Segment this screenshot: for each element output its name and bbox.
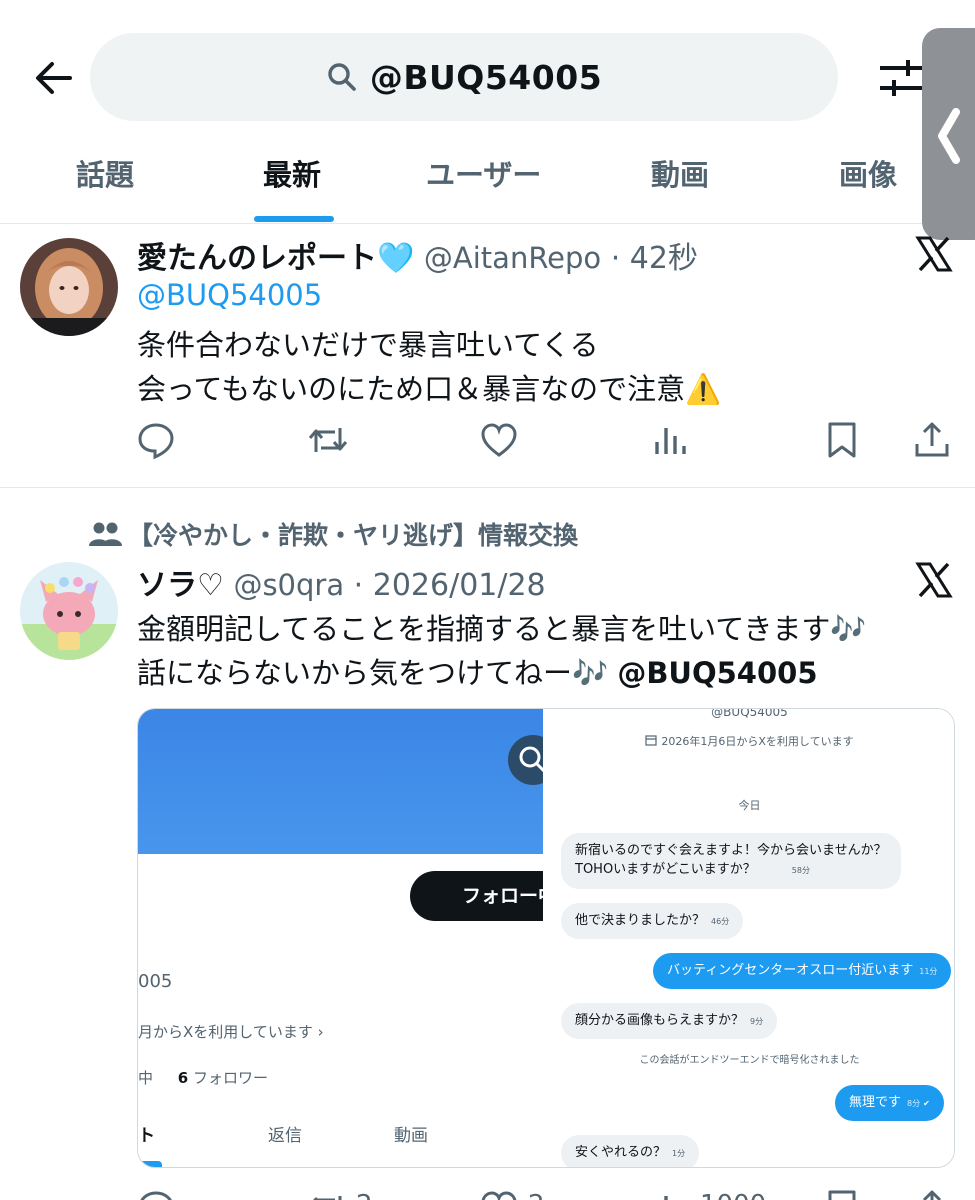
dm-handle: @BUQ54005 (711, 708, 788, 719)
profile-banner (138, 709, 543, 854)
profile-tab-videos: 動画 (394, 1126, 428, 1146)
dm-message-received: 新宿いるのですぐ会えますよ！今から会いませんか？ TOHOいますがどこいますか？… (561, 833, 901, 889)
calendar-icon (645, 735, 657, 746)
dm-joined: 2026年1月6日からXを利用しています (543, 733, 954, 749)
media-image-dm[interactable]: @BUQ54005 2026年1月6日からXを利用しています 今日 新宿いるので… (543, 708, 954, 1167)
timestamp[interactable]: 2026/01/28 (373, 568, 546, 603)
search-query: @BUQ54005 (369, 57, 603, 97)
top-bar: @BUQ54005 話題 最新 ユーザー 動画 画像 (0, 0, 975, 240)
dm-message-received: 顔分かる画像もらえますか？ 9分 (561, 1003, 778, 1039)
tweet-text-line: 会ってもないのにため口＆暴言なので注意⚠️ (137, 372, 722, 406)
tab-images[interactable]: 画像 (839, 152, 897, 194)
timestamp[interactable]: 42秒 (630, 241, 698, 276)
dm-date-divider: 今日 (738, 799, 761, 812)
tweet-media[interactable]: フォロー中 005 月からXを利用しています › 中 6 フォロワー ト 返信 … (137, 708, 955, 1168)
mention-text[interactable]: @BUQ54005 (617, 656, 817, 690)
view-count: 1000 (700, 1190, 766, 1200)
tab-indicator (138, 1161, 162, 1167)
reply-icon[interactable] (136, 420, 176, 460)
tweet-header: ソラ♡ @s0qra · 2026/01/28 (137, 568, 546, 603)
like-heart-icon[interactable] (479, 1188, 519, 1200)
handle[interactable]: @AitanRepo (424, 241, 601, 275)
search-tabs: 話題 最新 ユーザー 動画 画像 (0, 150, 975, 224)
tab-users[interactable]: ユーザー (426, 152, 541, 194)
tweet-text-line: 金額明記してることを指摘すると暴言を吐いてきます🎶 (137, 612, 867, 646)
profile-tab-replies: 返信 (268, 1126, 302, 1146)
search-input[interactable]: @BUQ54005 (90, 33, 838, 121)
tab-latest[interactable]: 最新 (263, 152, 321, 194)
display-name[interactable]: ソラ♡ (137, 568, 224, 603)
mention-link[interactable]: @BUQ54005 (137, 278, 322, 312)
tweet-text-line: 条件合わないだけで暴言吐いてくる (137, 328, 599, 362)
follow-stats: 中 6 フォロワー (138, 1069, 269, 1087)
views-chart-icon[interactable] (651, 420, 691, 460)
avatar[interactable] (20, 562, 118, 660)
active-tab-indicator (254, 216, 334, 222)
profile-tab-fragment: ト (138, 1126, 155, 1146)
x-logo-icon (915, 562, 953, 598)
media-image-profile[interactable]: フォロー中 005 月からXを利用しています › 中 6 フォロワー ト 返信 … (138, 709, 580, 1167)
handle[interactable]: @s0qra (233, 568, 344, 602)
community-icon (89, 522, 122, 546)
like-count: 2 (528, 1190, 545, 1200)
share-icon[interactable] (912, 420, 952, 460)
filter-sliders-icon[interactable] (878, 56, 928, 100)
tweet-actions (0, 420, 975, 464)
dm-message-received: 他で決まりましたか？ 46分 (561, 903, 744, 939)
tweet-text-line: 話にならないから気をつけてねー🎶 @BUQ54005 (137, 656, 818, 690)
community-name: 【冷やかし・詐欺・ヤリ逃げ】情報交換 (128, 521, 579, 550)
e2e-notice: この会話がエンドツーエンドで暗号化されました (639, 1055, 860, 1066)
display-name[interactable]: 愛たんのレポート (137, 241, 377, 276)
handle-fragment: 005 (138, 971, 173, 992)
tweet-header: 愛たんのレポート🩵 @AitanRepo · 42秒 (137, 241, 698, 276)
bookmark-icon[interactable] (822, 1188, 862, 1200)
avatar[interactable] (20, 238, 118, 336)
repost-icon[interactable] (307, 1188, 349, 1200)
dm-message-received: 安くやれるの？ 1分 (561, 1135, 700, 1167)
repost-icon[interactable] (307, 420, 349, 460)
views-chart-icon[interactable] (651, 1188, 691, 1200)
like-heart-icon[interactable] (479, 420, 519, 460)
tab-videos[interactable]: 動画 (651, 152, 709, 194)
tweet-actions: 2 2 1000 (0, 1188, 975, 1200)
joined-fragment: 月からXを利用しています › (138, 1023, 324, 1041)
share-icon[interactable] (912, 1188, 952, 1200)
search-icon (328, 63, 356, 91)
tweet[interactable]: 【冷やかし・詐欺・ヤリ逃げ】情報交換 ソラ♡ @s0qra · 2026/01/… (0, 488, 975, 1200)
back-arrow-icon[interactable] (32, 58, 76, 98)
tab-topics[interactable]: 話題 (76, 152, 134, 194)
bookmark-icon[interactable] (822, 420, 862, 460)
x-logo-icon (915, 236, 953, 272)
community-context[interactable]: 【冷やかし・詐欺・ヤリ逃げ】情報交換 (88, 516, 578, 552)
dm-message-sent: バッティングセンターオスロー付近います 11分 (653, 953, 952, 989)
tweet[interactable]: 愛たんのレポート🩵 @AitanRepo · 42秒 @BUQ54005 条件合… (0, 224, 975, 488)
dm-message-sent: 無理です 8分 ✔ (835, 1085, 944, 1121)
heart-emoji: 🩵 (377, 241, 415, 276)
repost-count: 2 (356, 1190, 373, 1200)
reply-icon[interactable] (136, 1188, 176, 1200)
